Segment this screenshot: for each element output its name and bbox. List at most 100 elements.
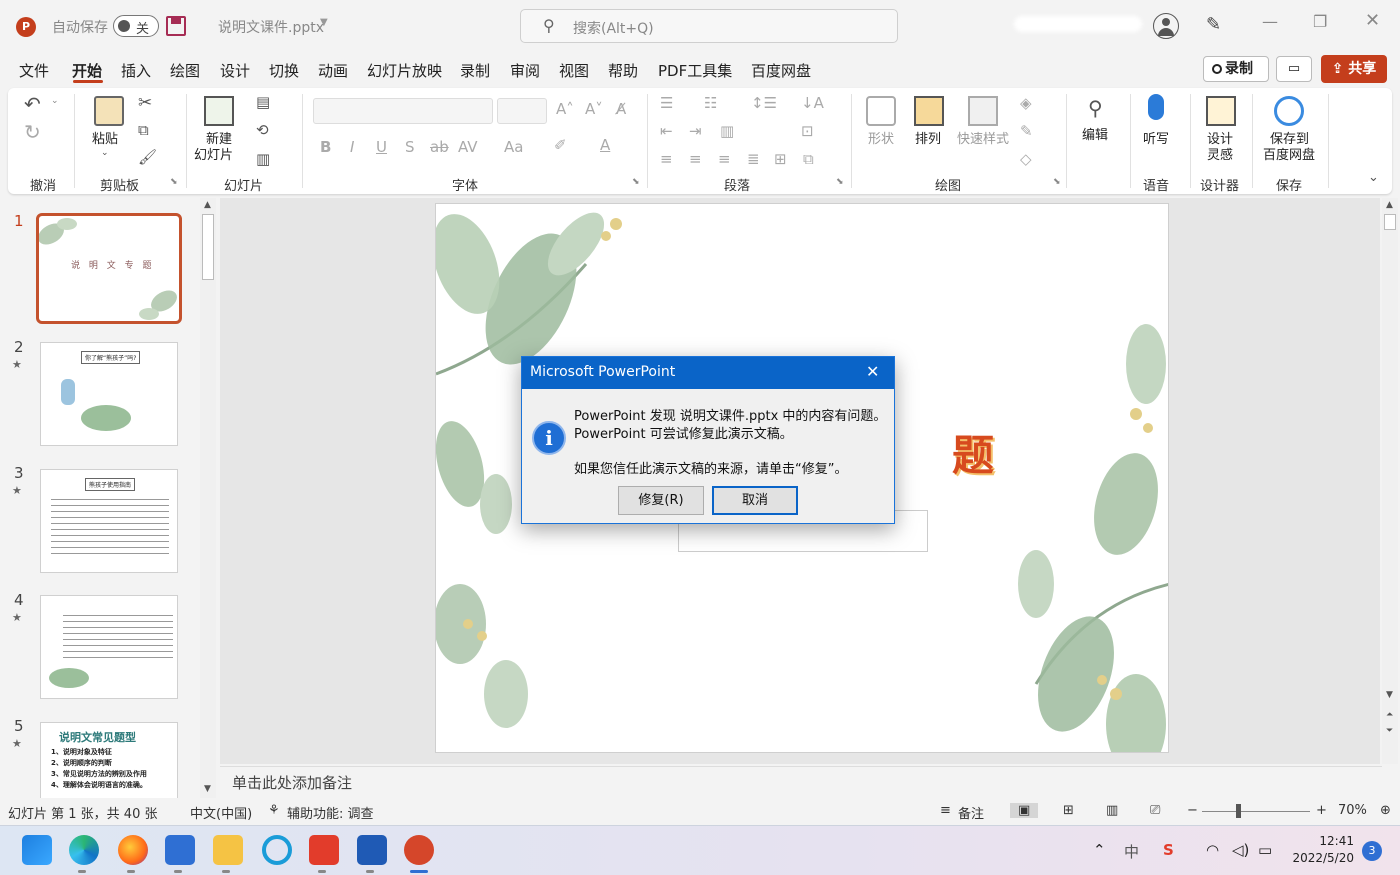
tab-record[interactable]: 录制 xyxy=(460,60,490,81)
notes-button[interactable]: 备注 xyxy=(958,803,984,822)
quick-styles-icon[interactable] xyxy=(968,96,998,126)
format-painter-icon[interactable]: 🖌 xyxy=(138,148,157,166)
text-direction-icon[interactable]: ↓A xyxy=(801,94,824,112)
new-slide-label-2[interactable]: 幻灯片 xyxy=(194,148,233,164)
tab-animations[interactable]: 动画 xyxy=(318,60,348,81)
slide-thumbnail-3[interactable]: 熊孩子使用指南 xyxy=(40,469,178,573)
arrange-icon[interactable] xyxy=(914,96,944,126)
tab-draw[interactable]: 绘图 xyxy=(170,60,200,81)
line-spacing-icon[interactable]: ↕☰ xyxy=(751,94,777,112)
dialog-launcher-icon[interactable]: ⬊ xyxy=(836,177,844,187)
tab-pdf-tools[interactable]: PDF工具集 xyxy=(658,60,732,81)
tab-slideshow[interactable]: 幻灯片放映 xyxy=(367,60,442,81)
close-icon[interactable]: ✕ xyxy=(1365,10,1380,31)
tab-baidu-netdisk[interactable]: 百度网盘 xyxy=(751,60,811,81)
accessibility-status[interactable]: 辅助功能: 调查 xyxy=(287,803,374,822)
notepad-icon[interactable] xyxy=(165,835,195,865)
windows-start-icon[interactable] xyxy=(22,835,52,865)
zoom-out-icon[interactable]: − xyxy=(1187,803,1198,818)
system-clock[interactable]: 12:41 2022/5/20 xyxy=(1292,833,1354,867)
chevron-down-icon[interactable]: ⌄ xyxy=(51,96,59,106)
ime-indicator[interactable]: 中 xyxy=(1124,841,1139,862)
quick-styles-label[interactable]: 快速样式 xyxy=(957,132,1009,148)
zoom-slider-handle[interactable] xyxy=(1236,804,1241,818)
language-indicator[interactable]: 中文(中国) xyxy=(190,803,252,822)
microphone-icon[interactable] xyxy=(1148,94,1164,120)
columns-icon[interactable]: ▥ xyxy=(720,122,734,140)
shadow-icon[interactable]: S xyxy=(405,138,415,156)
distributed-icon[interactable]: ⊞ xyxy=(774,150,787,168)
zoom-in-icon[interactable]: + xyxy=(1316,803,1327,818)
slide-thumbnail-1[interactable]: 说 明 文 专 题 xyxy=(36,213,182,324)
chevron-down-icon[interactable]: ⌄ xyxy=(101,148,109,158)
search-app-icon[interactable] xyxy=(262,835,292,865)
normal-view-icon[interactable]: ▣ xyxy=(1010,803,1039,818)
repair-button[interactable]: 修复(R) xyxy=(618,486,704,515)
share-button[interactable]: ⇪ 共享 xyxy=(1321,55,1387,83)
autosave-toggle[interactable]: 关 xyxy=(113,15,159,37)
notes-pane[interactable]: 单击此处添加备注 xyxy=(220,766,1382,798)
thumbnail-scrollbar[interactable]: ▲ ▼ xyxy=(200,198,216,798)
slide-thumbnail-4[interactable] xyxy=(40,595,178,699)
fit-to-window-icon[interactable]: ⊕ xyxy=(1380,803,1391,818)
scroll-down-icon[interactable]: ▼ xyxy=(1386,690,1393,700)
previous-slide-icon[interactable]: ⏶ xyxy=(1386,710,1393,720)
numbering-icon[interactable]: ☷ xyxy=(704,94,717,112)
maximize-icon[interactable]: ❐ xyxy=(1313,12,1327,31)
tab-review[interactable]: 审阅 xyxy=(510,60,540,81)
font-name-dropdown[interactable] xyxy=(313,98,493,124)
dialog-launcher-icon[interactable]: ⬊ xyxy=(170,177,178,187)
new-slide-label[interactable]: 新建 xyxy=(206,132,232,148)
paste-icon[interactable] xyxy=(94,96,124,126)
dialog-launcher-icon[interactable]: ⬊ xyxy=(632,177,640,187)
volume-icon[interactable]: ◁) xyxy=(1232,841,1249,859)
sogou-ime-icon[interactable]: S xyxy=(1163,841,1174,859)
chevron-up-icon[interactable]: ⌃ xyxy=(1093,841,1106,859)
highlight-icon[interactable]: ✐ xyxy=(554,136,567,154)
cancel-button[interactable]: 取消 xyxy=(712,486,798,515)
record-button[interactable]: 录制 xyxy=(1203,56,1269,82)
chevron-down-icon[interactable]: ▼ xyxy=(320,17,328,28)
slide-scrollbar[interactable]: ▲ ▼ ⏶ ⏷ xyxy=(1382,198,1398,764)
document-title[interactable]: 说明文课件.pptx xyxy=(218,17,324,37)
word-icon[interactable] xyxy=(357,835,387,865)
align-right-icon[interactable]: ≡ xyxy=(718,150,731,168)
align-text-icon[interactable]: ⊡ xyxy=(801,122,814,140)
decrease-font-icon[interactable]: A˅ xyxy=(585,100,603,118)
designer-label-2[interactable]: 灵感 xyxy=(1207,148,1233,164)
save-icon[interactable] xyxy=(166,16,186,36)
tab-transitions[interactable]: 切换 xyxy=(269,60,299,81)
notification-badge[interactable]: 3 xyxy=(1362,841,1382,861)
font-size-dropdown[interactable] xyxy=(497,98,547,124)
zoom-level[interactable]: 70% xyxy=(1338,803,1367,818)
smartart-icon[interactable]: ⧉ xyxy=(803,150,814,168)
firefox-icon[interactable] xyxy=(118,835,148,865)
wifi-icon[interactable]: ◠ xyxy=(1206,841,1219,859)
scroll-up-icon[interactable]: ▲ xyxy=(1386,200,1393,210)
editing-label[interactable]: 编辑 xyxy=(1082,128,1108,144)
tab-view[interactable]: 视图 xyxy=(559,60,589,81)
powerpoint-taskbar-icon[interactable] xyxy=(404,835,434,865)
undo-icon[interactable]: ↶ xyxy=(24,92,41,116)
align-center-icon[interactable]: ≡ xyxy=(689,150,702,168)
scrollbar-thumb[interactable] xyxy=(1384,214,1396,230)
scroll-up-icon[interactable]: ▲ xyxy=(204,200,211,210)
tab-help[interactable]: 帮助 xyxy=(608,60,638,81)
tab-design[interactable]: 设计 xyxy=(220,60,250,81)
change-case-icon[interactable]: Aa xyxy=(504,138,523,156)
ribbon-collapse-icon[interactable]: ⌄ xyxy=(1368,170,1379,185)
designer-label[interactable]: 设计 xyxy=(1207,132,1233,148)
shape-outline-icon[interactable]: ✎ xyxy=(1020,122,1033,140)
scrollbar-thumb[interactable] xyxy=(202,214,214,280)
new-slide-icon[interactable] xyxy=(204,96,234,126)
decrease-indent-icon[interactable]: ⇤ xyxy=(660,122,673,140)
battery-icon[interactable]: ▭ xyxy=(1258,841,1272,859)
strikethrough-icon[interactable]: ab xyxy=(430,138,449,156)
tab-file[interactable]: 文件 xyxy=(19,60,49,81)
tab-home[interactable]: 开始 xyxy=(72,60,102,81)
arrange-label[interactable]: 排列 xyxy=(915,132,941,148)
baidu-cloud-icon[interactable] xyxy=(1274,96,1304,126)
scroll-down-icon[interactable]: ▼ xyxy=(204,784,211,794)
tab-insert[interactable]: 插入 xyxy=(121,60,151,81)
underline-icon[interactable]: U xyxy=(376,138,387,156)
